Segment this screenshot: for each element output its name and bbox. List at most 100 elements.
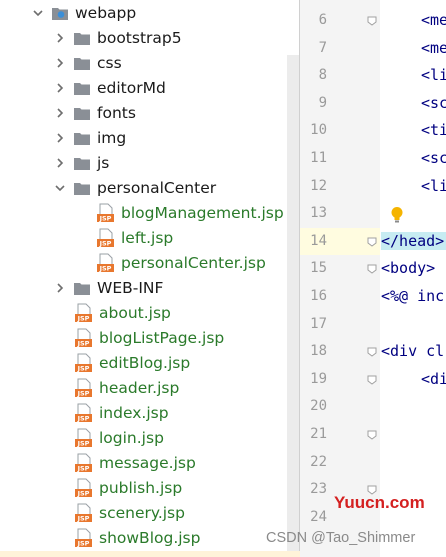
jsp-badge: JSP [77,464,90,472]
line-number: 9 [318,94,327,111]
project-tree: webapp bootstrap5 css editorMd fonts img js per… [0,0,300,557]
tree-item[interactable]: WEB-INF [0,275,300,300]
line-number: 12 [310,177,327,194]
jsp-file-icon: JSP [74,528,94,548]
jsp-badge: JSP [77,439,90,447]
jsp-badge: JSP [99,239,112,247]
jsp-badge: JSP [77,314,90,322]
line-number: 22 [310,453,327,470]
tree-item[interactable]: bootstrap5 [0,25,300,50]
line-number: 20 [310,398,327,415]
jsp-file-icon: JSP [74,428,94,448]
tree-item-label: WEB-INF [97,278,164,297]
jsp-badge: JSP [77,339,90,347]
tree-item-label: showBlog.jsp [99,528,201,547]
tree-item[interactable]: JSP scenery.jsp [0,500,300,525]
tree-item-label: personalCenter.jsp [121,253,266,272]
jsp-file-icon: JSP [74,328,94,348]
tree-item-label: scenery.jsp [99,503,185,522]
tree-item-label: left.jsp [121,228,174,247]
tree-item[interactable]: JSP publish.jsp [0,475,300,500]
tree-item-label: message.jsp [99,453,196,472]
chevron-right-icon[interactable] [52,130,68,146]
tree-item[interactable]: JSP blogManagement.jsp [0,200,300,225]
folder-icon [74,106,90,120]
web-folder-icon [52,6,68,20]
tree-item[interactable]: JSP left.jsp [0,225,300,250]
jsp-file-icon: JSP [74,453,94,473]
chevron-right-icon[interactable] [52,80,68,96]
tree-item-label: personalCenter [97,178,217,197]
tree-item[interactable]: personalCenter [0,175,300,200]
jsp-badge: JSP [77,364,90,372]
line-number: 14 [310,232,327,249]
chevron-right-icon[interactable] [52,280,68,296]
chevron-right-icon[interactable] [52,155,68,171]
chevron-right-icon[interactable] [52,55,68,71]
tree-item-label: index.jsp [99,403,169,422]
folder-icon [74,156,90,170]
jsp-file-icon: JSP [74,378,94,398]
jsp-file-icon: JSP [96,253,116,273]
lightbulb-icon[interactable] [390,206,404,224]
line-number: 24 [310,508,327,525]
line-number: 11 [310,150,327,166]
jsp-badge: JSP [99,214,112,222]
tree-item[interactable]: JSP showBlog.jsp [0,525,300,550]
fold-marker-icon[interactable] [367,264,377,275]
tree-item[interactable]: JSP about.jsp [0,300,300,325]
tree-item[interactable]: webapp [0,0,300,25]
fold-marker-icon[interactable] [367,375,377,385]
author-watermark: CSDN @Tao_Shimmer [266,530,416,546]
tree-item-label: publish.jsp [99,478,183,497]
tree-item-label: img [97,128,127,147]
chevron-right-icon[interactable] [52,105,68,121]
tree-item[interactable]: JSP index.jsp [0,400,300,425]
chevron-right-icon[interactable] [52,30,68,46]
tree-item-label: editorMd [97,78,166,97]
line-number: 16 [310,288,327,304]
editor-scrollbar[interactable] [432,0,446,557]
line-number: 7 [318,39,327,56]
tree-item[interactable]: JSP login.jsp [0,425,300,450]
tree-item[interactable]: JSP personalCenter.jsp [0,250,300,275]
jsp-badge: JSP [99,264,112,272]
folder-icon [74,56,90,70]
tree-item-label: header.jsp [99,378,180,397]
tree-item[interactable]: editorMd [0,75,300,100]
tree-item[interactable]: css [0,50,300,75]
folder-icon [74,81,90,95]
tree-item[interactable]: img [0,125,300,150]
fold-marker-icon[interactable] [367,347,377,357]
line-number: 18 [310,343,327,360]
tree-scrollbar[interactable] [287,55,299,557]
jsp-file-icon: JSP [74,403,94,423]
tree-item-label: js [97,153,110,172]
tree-item[interactable]: JSP message.jsp [0,450,300,475]
line-number: 23 [310,481,327,498]
fold-marker-icon[interactable] [367,16,377,26]
tree-item[interactable]: JSP editBlog.jsp [0,350,300,375]
tree-item-label: fonts [97,103,136,122]
line-number: 21 [310,426,327,442]
jsp-file-icon: JSP [74,303,94,323]
tree-item-label: about.jsp [99,303,171,322]
tree-item-label: bootstrap5 [97,28,182,47]
tree-item-label: webapp [75,3,137,22]
tree-item[interactable]: fonts [0,100,300,125]
fold-marker-icon[interactable] [367,430,377,440]
jsp-file-icon: JSP [74,353,94,373]
tree-item[interactable]: JSP header.jsp [0,375,300,400]
tree-item-label: css [97,53,122,72]
jsp-file-icon: JSP [96,228,116,248]
folder-icon [74,181,90,195]
tree-item[interactable]: JSP blogListPage.jsp [0,325,300,350]
tree-item[interactable]: js [0,150,300,175]
folder-icon [74,131,90,145]
jsp-file-icon: JSP [74,478,94,498]
fold-marker-icon[interactable] [367,237,377,247]
chevron-down-icon[interactable] [52,180,68,196]
chevron-down-icon[interactable] [30,5,46,21]
jsp-file-icon: JSP [96,203,116,223]
jsp-badge: JSP [77,389,90,397]
